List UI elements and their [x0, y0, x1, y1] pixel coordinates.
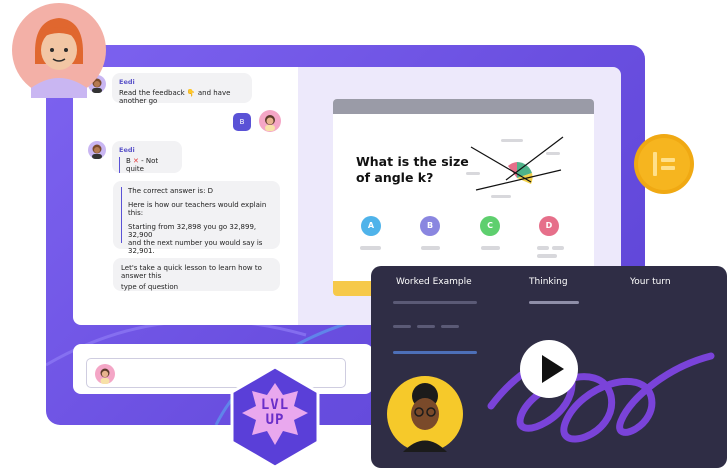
lesson-line: Let's take a quick lesson to learn how t…	[121, 264, 262, 280]
explanation-line: and the next number you would say is 32,…	[128, 239, 263, 255]
option-a-button[interactable]: A	[361, 216, 381, 236]
angle-diagram-icon	[466, 136, 564, 198]
option-a-placeholder	[360, 246, 381, 250]
tab-worked-example[interactable]: Worked Example	[396, 277, 472, 287]
video-panel: Worked Example Thinking Your turn	[371, 266, 727, 468]
lesson-line: type of question	[121, 283, 179, 291]
sender-name: Eedi	[119, 78, 135, 86]
answer-letter: B	[126, 157, 131, 165]
play-icon	[542, 355, 564, 383]
lesson-message: Let's take a quick lesson to learn how t…	[113, 258, 280, 291]
tab-your-turn[interactable]: Your turn	[630, 277, 671, 287]
status-text: - Not quite	[126, 157, 159, 173]
active-tab-indicator	[529, 301, 579, 304]
option-c-placeholder	[481, 246, 500, 250]
text-placeholder	[393, 301, 477, 304]
feedback-line: B ✕ - Not quite	[119, 157, 175, 173]
explanation-line: Starting from 32,898 you go 32,899, 32,9…	[128, 223, 257, 239]
student-avatar	[12, 3, 106, 98]
text-placeholder	[417, 325, 435, 328]
explanation-line: The correct answer is: D	[128, 187, 214, 195]
card-header	[333, 99, 594, 114]
user-avatar	[95, 364, 115, 384]
sender-name: Eedi	[119, 146, 135, 154]
eedi-avatar	[88, 141, 106, 159]
squiggle-decoration	[487, 352, 715, 443]
explanation-line: Here is how our teachers would explain t…	[128, 201, 267, 217]
chat-message-eedi-1: Eedi Read the feedback 👇 and have anothe…	[112, 73, 252, 105]
option-b-button[interactable]: B	[420, 216, 440, 236]
play-button[interactable]	[520, 340, 578, 398]
option-d-button[interactable]: D	[539, 216, 559, 236]
card-footer-accent	[333, 281, 373, 296]
presenter-avatar	[387, 376, 463, 452]
question-title: What is the size of angle k?	[356, 154, 469, 185]
user-avatar	[259, 110, 281, 132]
option-d-placeholder	[552, 246, 564, 250]
badge-line-2: UP	[265, 412, 285, 428]
option-d-placeholder	[537, 254, 557, 258]
coin-logo-icon	[634, 134, 694, 194]
option-d-placeholder	[537, 246, 549, 250]
explanation-message: The correct answer is: D Here is how our…	[113, 181, 280, 255]
badge-text: LVL UP	[228, 398, 322, 428]
cross-icon: ✕	[133, 157, 139, 165]
level-up-badge: LVL UP	[228, 365, 322, 469]
option-c-button[interactable]: C	[480, 216, 500, 236]
text-placeholder	[393, 325, 411, 328]
tab-thinking[interactable]: Thinking	[529, 277, 568, 287]
option-b-placeholder	[421, 246, 440, 250]
message-text: Read the feedback 👇 and have another go	[119, 89, 231, 105]
badge-line-1: LVL	[260, 397, 290, 413]
chat-message-eedi-2: Eedi B ✕ - Not quite	[112, 141, 182, 173]
explanation-block: The correct answer is: D Here is how our…	[121, 187, 272, 255]
user-answer-bubble: B	[233, 113, 251, 131]
